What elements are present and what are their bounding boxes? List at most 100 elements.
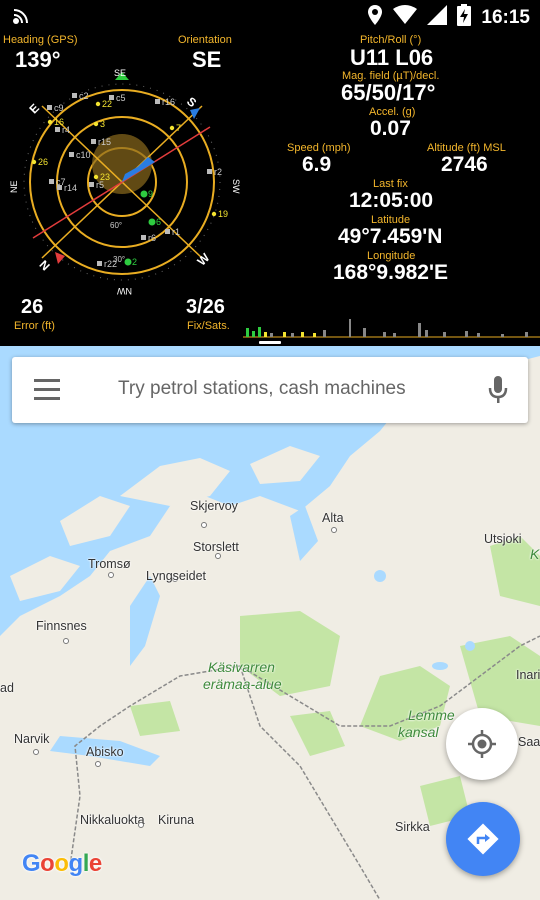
- satellite-label: r14: [64, 183, 77, 193]
- place-storslett[interactable]: Storslett: [193, 540, 239, 554]
- place-nikkaluokta[interactable]: Nikkaluokta: [80, 813, 145, 827]
- satellite-marker: [31, 159, 37, 165]
- location-icon: [367, 4, 383, 31]
- satellite-marker: [97, 261, 102, 266]
- satellite-label: r15: [98, 137, 111, 147]
- satellite-marker: [109, 95, 114, 100]
- battery-charging-icon: [457, 4, 472, 31]
- mag-field-value: 65/50/17°: [341, 80, 436, 105]
- place-lyngseidet[interactable]: Lyngseidet: [146, 569, 206, 583]
- place-skjervoy[interactable]: Skjervoy: [190, 499, 238, 513]
- place-saa[interactable]: Saa: [518, 735, 540, 749]
- satellite-marker: [93, 174, 99, 180]
- satellite-label: 2: [132, 257, 137, 267]
- satellite-label: 26: [38, 157, 48, 167]
- satellite-marker: [169, 125, 175, 131]
- satellite-label: r5: [96, 180, 104, 190]
- cardinal-se: SE: [114, 68, 126, 78]
- satellite-label: 9: [148, 189, 153, 199]
- place-k[interactable]: K: [530, 546, 539, 562]
- status-bar: 16:15: [0, 0, 540, 32]
- town-dot: [63, 638, 69, 644]
- accel-value: 0.07: [370, 117, 411, 140]
- satellite-label: c9: [54, 103, 64, 113]
- place-inari[interactable]: Inari: [516, 668, 540, 682]
- cardinal-e: E: [27, 101, 43, 117]
- satellite-label: r22: [104, 259, 117, 269]
- town-dot: [331, 527, 337, 533]
- satellite-label: c5: [116, 93, 126, 103]
- satellite-marker: [148, 218, 156, 226]
- satellite-label: 7: [176, 123, 181, 133]
- clock: 16:15: [481, 6, 530, 28]
- satellite-marker: [93, 121, 99, 127]
- satellite-signal-icon: [10, 5, 32, 32]
- satellite-marker: [55, 127, 60, 132]
- satellite-label: r2: [214, 167, 222, 177]
- satellite-marker: [211, 211, 217, 217]
- fix-sats-label: Fix/Sats.: [187, 320, 230, 332]
- last-fix-value: 12:05:00: [349, 189, 434, 212]
- satellite-marker: [95, 101, 101, 107]
- town-dot: [33, 749, 39, 755]
- place-kansal: kansal: [398, 724, 439, 740]
- place-alta[interactable]: Alta: [322, 511, 344, 525]
- panel-resize-handle[interactable]: [259, 341, 281, 344]
- place-sirkka[interactable]: Sirkka: [395, 820, 430, 834]
- satellite-marker: [47, 119, 53, 125]
- microphone-icon[interactable]: [488, 376, 508, 409]
- cardinal-ne: NE: [9, 180, 19, 193]
- satellite-marker: [89, 182, 94, 187]
- satellite-marker: [72, 93, 77, 98]
- satellite-marker: [47, 105, 52, 110]
- speed-value: 6.9: [302, 153, 332, 176]
- cardinal-s: S: [184, 94, 199, 110]
- satellite-marker: [207, 169, 212, 174]
- satellite-marker: [124, 258, 132, 266]
- cell-signal-icon: [427, 5, 448, 30]
- place-abisko[interactable]: Abisko: [86, 745, 124, 759]
- crosshair-icon: [468, 730, 496, 758]
- satellite-marker: [91, 139, 96, 144]
- wifi-icon: [393, 5, 418, 30]
- satellite-label: 22: [102, 99, 112, 109]
- satellite-label: r1: [172, 227, 180, 237]
- place-eramaa: erämaa-alue: [203, 676, 282, 692]
- satellite-marker: [69, 152, 74, 157]
- longitude-value: 168°9.982'E: [333, 261, 448, 284]
- place-kiruna[interactable]: Kiruna: [158, 813, 194, 827]
- my-location-button[interactable]: [446, 708, 518, 780]
- cardinal-sw: SW: [231, 179, 241, 194]
- latitude-value: 49°7.459'N: [338, 225, 443, 248]
- place-utsjoki[interactable]: Utsjoki: [484, 532, 522, 546]
- satellite-marker: [155, 99, 160, 104]
- pitch-roll-value: U11 L06: [350, 45, 434, 70]
- satellite-label: r4: [62, 125, 70, 135]
- town-dot: [201, 522, 207, 528]
- satellite-marker: [141, 235, 146, 240]
- google-logo: Google: [22, 850, 102, 877]
- place-ad[interactable]: ad: [0, 681, 14, 695]
- place-tromso[interactable]: Tromsø: [88, 557, 131, 571]
- search-bar[interactable]: Try petrol stations, cash machines: [12, 357, 528, 423]
- search-input[interactable]: Try petrol stations, cash machines: [118, 378, 406, 400]
- town-dot: [108, 572, 114, 578]
- satellite-marker: [165, 229, 170, 234]
- altitude-value: 2746: [441, 153, 488, 176]
- town-dot: [138, 822, 144, 828]
- menu-icon[interactable]: [34, 379, 62, 401]
- cardinal-nw: NW: [117, 286, 132, 296]
- directions-icon: [467, 823, 499, 855]
- place-kasivarren[interactable]: Käsivarren: [208, 659, 275, 675]
- ring-label-inner: 60°: [110, 221, 122, 230]
- place-finnsnes[interactable]: Finnsnes: [36, 619, 87, 633]
- satellite-marker: [140, 190, 148, 198]
- town-dot: [95, 761, 101, 767]
- satellite-label: r16: [162, 97, 175, 107]
- satellite-compass: SE S SW W NW N NE E 60° 30° c9c222c5 r161…: [9, 68, 241, 296]
- place-narvik[interactable]: Narvik: [14, 732, 49, 746]
- satellite-label: 3: [100, 119, 105, 129]
- cardinal-n: N: [37, 258, 53, 274]
- satellite-marker: [49, 179, 54, 184]
- directions-button[interactable]: [446, 802, 520, 876]
